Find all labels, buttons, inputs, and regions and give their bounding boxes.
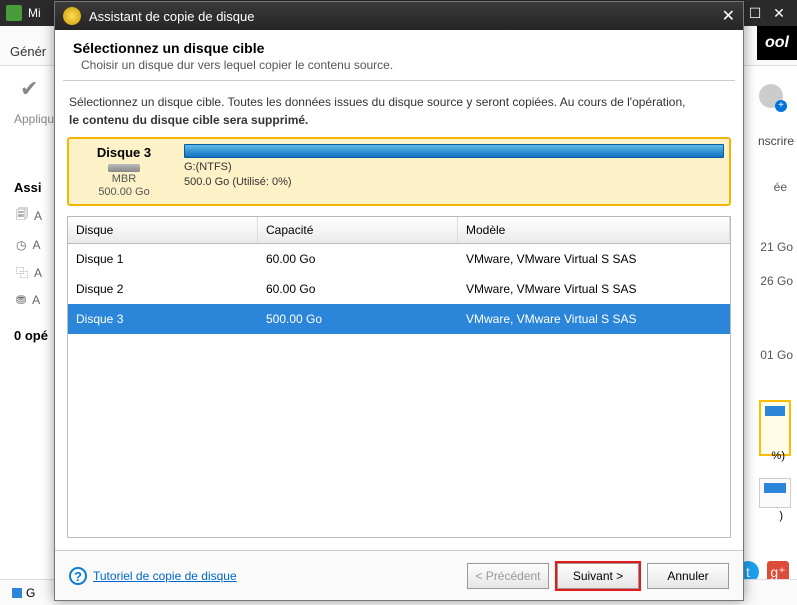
table-row[interactable]: Disque 3500.00 GoVMware, VMware Virtual … [68,304,730,334]
tutorial-link[interactable]: Tutoriel de copie de disque [93,569,237,583]
question-icon: ? [69,567,87,585]
selected-disk-name: Disque 3 [97,145,151,160]
disk-table: Disque Capacité Modèle Disque 160.00 GoV… [67,216,731,538]
col-disk[interactable]: Disque [68,217,258,243]
instr-line1: Sélectionnez un disque cible. Toutes les… [69,95,685,109]
dialog-titlebar: Assistant de copie de disque ✕ [55,2,743,30]
dialog-footer: ? Tutoriel de copie de disque < Précéden… [55,550,743,600]
sidebar-item[interactable]: 🗐A [16,205,42,226]
size-cell: 26 Go [760,274,793,288]
sidebar-item[interactable]: ◷A [16,238,42,252]
col-model[interactable]: Modèle [458,217,730,243]
previous-button: < Précédent [467,563,549,589]
bg-right-text: ée [774,180,787,194]
apply-check-icon: ✔ [20,76,50,106]
logo: ool [757,26,797,60]
copy-disk-wizard-dialog: Assistant de copie de disque ✕ Sélection… [54,1,744,601]
selected-disk-info: Disque 3 MBR 500.00 Go [69,139,179,204]
cell-disk: Disque 3 [68,304,258,334]
table-header: Disque Capacité Modèle [68,217,730,244]
avatar-add-icon[interactable]: + [775,100,787,112]
wizard-icon [63,7,81,25]
help-link[interactable]: ? Tutoriel de copie de disque [69,567,237,585]
app-icon [6,5,22,21]
close-icon[interactable]: ✕ [767,5,791,22]
cell-capacity: 60.00 Go [258,244,458,274]
cell-disk: Disque 2 [68,274,258,304]
selected-disk-size: 500.00 Go [98,186,149,198]
instr-line2: le contenu du disque cible sera supprimé… [69,113,308,127]
cancel-button[interactable]: Annuler [647,563,729,589]
divider [63,80,735,81]
sidebar-item[interactable]: ⿻A [16,264,42,281]
table-row[interactable]: Disque 160.00 GoVMware, VMware Virtual S… [68,244,730,274]
cell-model: VMware, VMware Virtual S SAS [458,304,730,334]
copy-icon: ⿻ [16,264,28,281]
percent-label: ) [779,510,783,522]
maximize-icon[interactable]: ☐ [743,5,767,22]
instruction-text: Sélectionnez un disque cible. Toutes les… [55,93,743,137]
apply-label: Appliqu [14,112,54,126]
cell-model: VMware, VMware Virtual S SAS [458,244,730,274]
next-button[interactable]: Suivant > [557,563,639,589]
sidebar-item[interactable]: ⛃A [16,293,42,307]
close-icon[interactable]: ✕ [722,6,735,26]
partition-bar [184,144,724,158]
cell-disk: Disque 1 [68,244,258,274]
dialog-title: Assistant de copie de disque [89,9,722,24]
selected-disk-layout: G:(NTFS) 500.0 Go (Utilisé: 0%) [179,139,729,204]
cell-capacity: 60.00 Go [258,274,458,304]
partition-label: G:(NTFS) [184,158,724,173]
button-row: < Précédent Suivant > Annuler [467,563,729,589]
table-row[interactable]: Disque 260.00 GoVMware, VMware Virtual S… [68,274,730,304]
percent-label: %) [772,450,785,462]
col-capacity[interactable]: Capacité [258,217,458,243]
disk-icon [108,164,140,172]
page-subheading: Choisir un disque dur vers lequel copier… [55,58,743,80]
partition-thumb[interactable] [759,478,791,508]
size-cell: 01 Go [760,348,793,362]
selected-disk-type: MBR [112,173,136,185]
bg-sizes: 21 Go 26 Go 01 Go [760,240,793,362]
page-heading: Sélectionnez un disque cible [55,30,743,58]
cell-model: VMware, VMware Virtual S SAS [458,274,730,304]
legend-swatch [12,588,22,598]
pending-ops: 0 opé [14,328,48,343]
clock-icon: ◷ [16,238,26,252]
assistants-heading: Assi [14,180,41,195]
table-body: Disque 160.00 GoVMware, VMware Virtual S… [68,244,730,334]
partition-usage: 500.0 Go (Utilisé: 0%) [184,173,724,188]
sidebar-items: 🗐A ◷A ⿻A ⛃A [16,205,42,307]
selected-disk-panel: Disque 3 MBR 500.00 Go G:(NTFS) 500.0 Go… [67,137,731,206]
status-text: G [26,586,35,600]
subscribe-label[interactable]: nscrire [758,134,794,148]
partition-thumb[interactable] [759,400,791,456]
wizard-icon: 🗐 [16,205,28,226]
drive-icon: ⛃ [16,293,26,307]
size-cell: 21 Go [760,240,793,254]
cell-capacity: 500.00 Go [258,304,458,334]
tab-general[interactable]: Génér [0,38,56,65]
